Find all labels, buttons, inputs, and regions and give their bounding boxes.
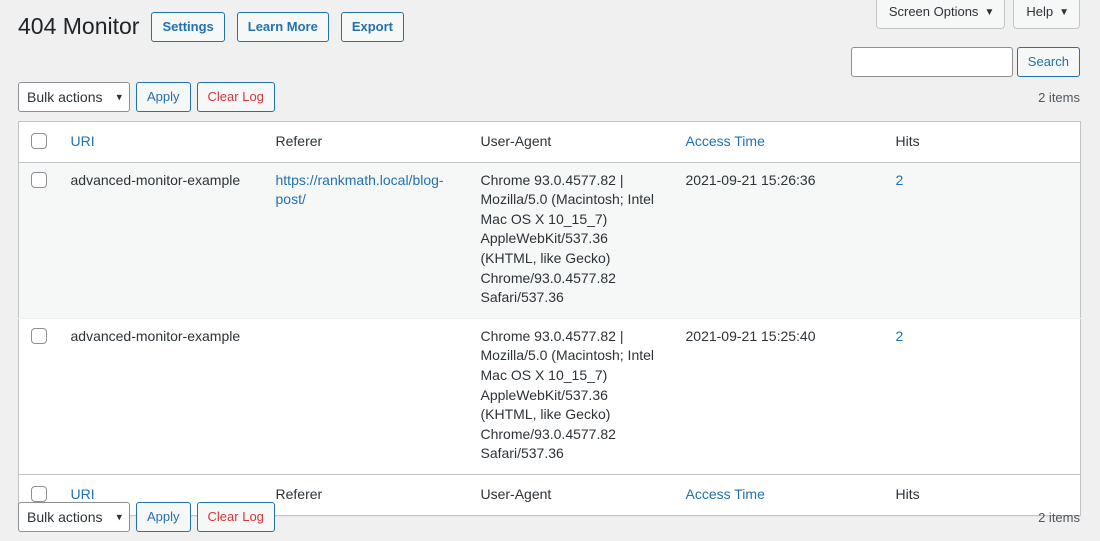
table-body: advanced-monitor-example https://rankmat… [18,162,1081,474]
cell-referer: https://rankmath.local/blog-post/ [266,162,471,318]
cell-access-time: 2021-09-21 15:25:40 [685,327,816,344]
row-checkbox[interactable] [31,327,47,344]
select-all-checkbox-top[interactable] [31,133,47,149]
chevron-down-icon: ▼ [984,7,995,18]
sort-uri-link-bottom[interactable]: URI [71,486,95,502]
learn-more-button[interactable]: Learn More [236,12,329,42]
displaying-num-top: 2 items [1038,89,1080,105]
cell-uri: advanced-monitor-example [70,327,241,344]
column-header-uri[interactable]: URI [61,122,266,163]
monitor-table: URI Referer User-Agent Access Time Hits … [18,121,1081,516]
tablenav-bottom: Bulk actions ▾ Apply Clear Log 2 items [18,502,1080,532]
clear-log-button-bottom[interactable]: Clear Log [196,502,275,532]
row-select-cell [19,162,61,318]
page-title: 404 Monitor [18,13,140,40]
search-input[interactable] [850,47,1013,77]
referer-link[interactable]: https://rankmath.local/blog-post/ [276,172,444,208]
select-all-checkbox-bottom[interactable] [31,485,47,502]
cell-uri: advanced-monitor-example [70,171,241,188]
table-header-row: URI Referer User-Agent Access Time Hits [18,122,1081,163]
sort-access-time-link-bottom[interactable]: Access Time [686,486,765,502]
table-head: URI Referer User-Agent Access Time Hits [18,122,1081,163]
screen-meta-links: Screen Options ▼ Help ▼ [875,0,1080,29]
bulk-actions-group-bottom: Bulk actions ▾ Apply Clear Log [18,502,275,532]
bulk-actions-select-wrap-bottom: Bulk actions ▾ [18,502,130,532]
cell-access-time: 2021-09-21 15:26:36 [685,171,816,188]
displaying-num-bottom: 2 items [1038,509,1080,525]
search-button[interactable]: Search [1016,47,1080,77]
column-header-hits: Hits [895,133,920,149]
hits-link[interactable]: 2 [896,172,904,188]
column-header-referer: Referer [275,133,323,149]
settings-button[interactable]: Settings [151,12,225,42]
column-header-user-agent: User-Agent [480,133,552,149]
page-header: 404 Monitor Settings Learn More Export [18,12,405,42]
sort-access-time-link[interactable]: Access Time [686,133,765,149]
chevron-down-icon: ▼ [1059,7,1069,18]
bulk-actions-select-bottom[interactable]: Bulk actions [18,502,130,532]
row-select-cell [19,318,61,474]
apply-button-top[interactable]: Apply [136,82,191,112]
table-row: advanced-monitor-example https://rankmat… [18,162,1081,319]
bulk-actions-group-top: Bulk actions ▾ Apply Clear Log [18,82,275,112]
screen-options-tab[interactable]: Screen Options ▼ [875,0,1006,29]
tablenav-top: Bulk actions ▾ Apply Clear Log 2 items [18,82,1080,112]
sort-uri-link[interactable]: URI [71,133,95,149]
cell-user-agent: Chrome 93.0.4577.82 | Mozilla/5.0 (Macin… [480,327,655,462]
column-header-access-time[interactable]: Access Time [676,122,886,163]
table-row: advanced-monitor-example Chrome 93.0.457… [19,318,1081,474]
search-box: Search [850,47,1080,77]
help-tab[interactable]: Help ▼ [1013,0,1080,29]
admin-page: Screen Options ▼ Help ▼ 404 Monitor Settin… [0,0,1100,541]
screen-options-label: Screen Options [888,4,979,19]
export-button[interactable]: Export [340,12,405,42]
cell-user-agent: Chrome 93.0.4577.82 | Mozilla/5.0 (Macin… [480,171,655,306]
clear-log-button-top[interactable]: Clear Log [196,82,275,112]
cell-hits: 2 [886,162,1081,318]
bulk-actions-select-top[interactable]: Bulk actions [18,82,130,112]
apply-button-bottom[interactable]: Apply [136,502,191,532]
cell-referer [266,318,471,474]
bulk-actions-select-wrap-top: Bulk actions ▾ [18,82,130,112]
hits-link[interactable]: 2 [896,328,904,344]
row-checkbox[interactable] [31,171,47,188]
help-label: Help [1026,4,1054,19]
cell-hits: 2 [886,318,1081,474]
select-all-header [19,122,61,163]
